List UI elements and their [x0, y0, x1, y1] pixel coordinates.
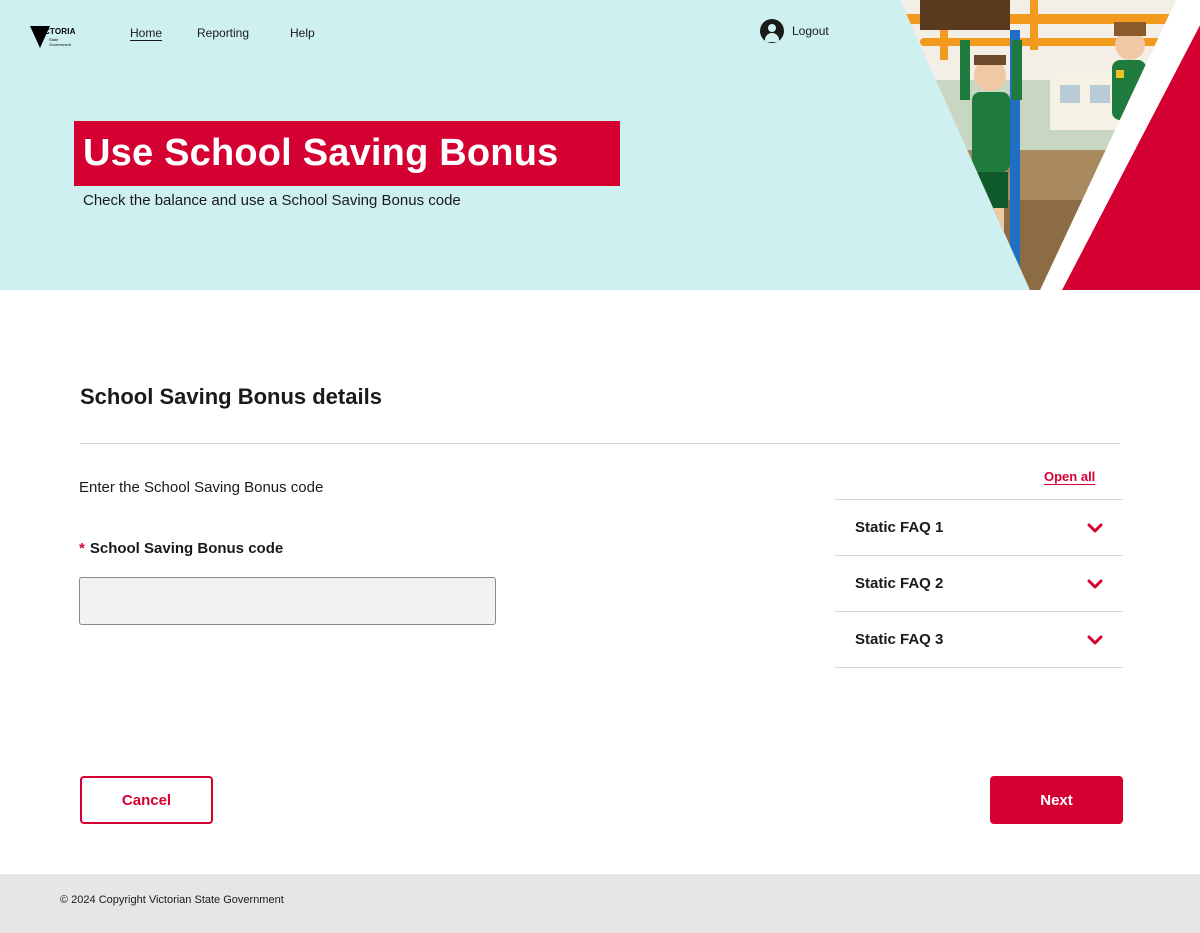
required-marker: *	[79, 540, 85, 557]
faq-accordion: Static FAQ 1 Static FAQ 2 Static FAQ 3	[835, 499, 1123, 668]
logout-button[interactable]: Logout	[760, 19, 829, 43]
code-field-label: * School Saving Bonus code	[79, 540, 283, 557]
next-button[interactable]: Next	[990, 776, 1123, 824]
chevron-down-icon	[1087, 523, 1103, 533]
faq-item-2[interactable]: Static FAQ 2	[835, 556, 1123, 612]
cancel-button[interactable]: Cancel	[80, 776, 213, 824]
user-icon	[760, 19, 784, 43]
faq-item-1[interactable]: Static FAQ 1	[835, 500, 1123, 556]
victoria-logo[interactable]: VICTORIA State Government	[30, 25, 76, 51]
instruction-text: Enter the School Saving Bonus code	[79, 479, 324, 496]
code-input[interactable]	[79, 577, 496, 625]
code-field-label-text: School Saving Bonus code	[89, 540, 284, 557]
logout-label: Logout	[792, 24, 829, 38]
faq-question: Static FAQ 1	[855, 519, 944, 536]
chevron-down-icon	[1087, 579, 1103, 589]
section-title: School Saving Bonus details	[80, 384, 382, 409]
faq-item-3[interactable]: Static FAQ 3	[835, 612, 1123, 668]
hero-banner: VICTORIA State Government Home Reporting…	[0, 0, 1200, 290]
faq-question: Static FAQ 3	[855, 631, 944, 648]
section-divider	[80, 443, 1120, 444]
logo-wordmark: VICTORIA	[36, 27, 76, 36]
copyright-text: © 2024 Copyright Victorian State Governm…	[60, 894, 284, 906]
hero-photo-image	[900, 0, 1200, 290]
faq-question: Static FAQ 2	[855, 575, 944, 592]
nav-home-link[interactable]: Home	[130, 26, 162, 40]
page-subtitle: Check the balance and use a School Savin…	[83, 192, 461, 209]
page-title-box: Use School Saving Bonus	[74, 121, 620, 186]
chevron-down-icon	[1087, 635, 1103, 645]
open-all-link[interactable]: Open all	[1044, 469, 1095, 484]
page-title: Use School Saving Bonus	[83, 132, 559, 174]
logo-subtext: State Government	[49, 37, 72, 47]
nav-help-link[interactable]: Help	[290, 26, 315, 40]
page-footer: © 2024 Copyright Victorian State Governm…	[0, 874, 1200, 933]
nav-reporting-link[interactable]: Reporting	[197, 26, 249, 40]
